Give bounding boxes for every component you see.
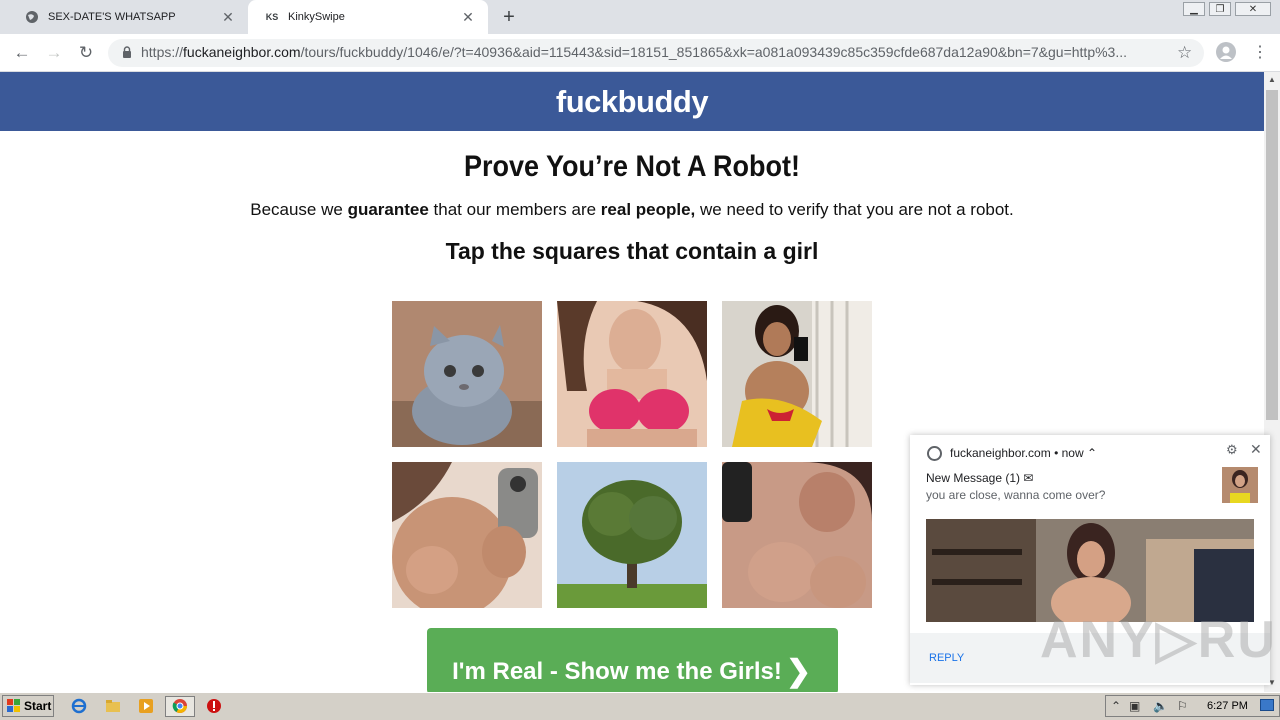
captcha-tile-woman-1[interactable] — [557, 301, 707, 447]
subline-bold: real people, — [600, 200, 696, 219]
subline-bold: guarantee — [347, 200, 429, 219]
captcha-tile-kitten[interactable] — [392, 301, 542, 447]
back-arrow-icon[interactable]: ← — [11, 42, 33, 64]
tree-image — [557, 462, 707, 608]
new-tab-plus-icon[interactable]: + — [498, 6, 520, 28]
tab-kinkyswipe[interactable]: KS KinkySwipe ✕ — [248, 0, 488, 34]
captcha-tile-tree[interactable] — [557, 462, 707, 608]
lock-icon — [123, 46, 131, 58]
ks-favicon-icon: KS — [265, 12, 279, 22]
notification-body: you are close, wanna come over? — [926, 488, 1106, 502]
kitten-image — [392, 301, 542, 447]
notification-thumbnail — [1222, 467, 1258, 503]
url-path: /tours/fuckbuddy/1046/e/?t=40936&aid=115… — [300, 44, 1128, 60]
network-icon[interactable]: ▣ — [1129, 699, 1140, 713]
woman-photo-image — [722, 301, 872, 447]
site-logo[interactable]: fuckbuddy — [0, 84, 1264, 120]
show-hidden-icons-icon[interactable]: ⌃ — [1111, 699, 1121, 713]
tab-sex-dates-whatsapp[interactable]: SEX-DATE'S WHATSAPP ✕ — [8, 0, 248, 34]
reload-icon[interactable]: ↻ — [75, 42, 97, 64]
forward-arrow-icon[interactable]: → — [43, 42, 65, 64]
tab-title: SEX-DATE'S WHATSAPP — [48, 11, 176, 23]
scroll-up-arrow-icon[interactable]: ▲ — [1264, 73, 1280, 87]
subline-text: we need to verify that you are not a rob… — [695, 200, 1014, 219]
url-text[interactable]: https://fuckaneighbor.com/tours/fuckbudd… — [141, 44, 1171, 60]
captcha-tile-woman-4[interactable] — [722, 462, 872, 608]
cta-label: I'm Real - Show me the Girls! — [452, 658, 782, 685]
profile-avatar-icon[interactable] — [1216, 42, 1236, 62]
volume-icon[interactable]: 🔈 — [1153, 699, 1168, 713]
show-desktop-icon[interactable] — [1260, 699, 1274, 711]
window-close-icon[interactable]: ✕ — [1235, 2, 1271, 16]
anyrun-watermark: ANY▷RUN — [1040, 611, 1280, 669]
woman-photo-image — [557, 301, 707, 447]
restore-icon[interactable]: ❐ — [1209, 2, 1231, 16]
subline-text: that our members are — [428, 200, 601, 219]
bookmark-star-icon[interactable]: ☆ — [1177, 43, 1192, 63]
notification-title: New Message (1) ✉ — [926, 471, 1034, 485]
minimize-icon[interactable]: ▁ — [1183, 2, 1205, 16]
media-player-icon[interactable] — [138, 698, 154, 714]
chevron-right-icon: ❯ — [786, 655, 812, 688]
url-prefix: https:// — [141, 44, 184, 60]
start-label: Start — [24, 699, 52, 713]
folder-icon[interactable] — [105, 698, 121, 714]
internet-explorer-icon[interactable] — [71, 698, 87, 714]
woman-photo-image — [722, 462, 872, 608]
close-tab-icon[interactable]: ✕ — [460, 9, 476, 26]
action-center-flag-icon[interactable]: ⚐ — [1177, 699, 1188, 713]
close-tab-icon[interactable]: ✕ — [220, 9, 236, 26]
stop-icon[interactable] — [206, 698, 222, 714]
scrollbar-thumb[interactable] — [1266, 90, 1278, 420]
windows-flag-icon — [7, 699, 20, 712]
captcha-instruction: Tap the squares that contain a girl — [445, 238, 819, 264]
gear-icon[interactable]: ⚙ — [1226, 442, 1238, 458]
captcha-tile-woman-2[interactable] — [722, 301, 872, 447]
captcha-tile-woman-3[interactable] — [392, 462, 542, 608]
close-icon[interactable]: ✕ — [1250, 441, 1262, 458]
taskbar-clock[interactable]: 6:27 PM — [1207, 700, 1248, 712]
notification-image — [926, 519, 1254, 622]
woman-photo-image — [392, 462, 542, 608]
browser-menu-icon[interactable]: ⋮ — [1252, 42, 1268, 62]
tab-title: KinkySwipe — [288, 11, 345, 23]
start-button[interactable]: Start — [2, 695, 54, 717]
notification-origin: fuckaneighbor.com • now ⌃ — [950, 446, 1097, 460]
chrome-icon — [927, 446, 942, 461]
page-subline: Because we guarantee that our members ar… — [0, 200, 1264, 220]
chrome-icon — [172, 699, 187, 713]
url-host: fuckaneighbor.com — [183, 44, 301, 60]
page-headline: Prove You’re Not A Robot! — [463, 150, 801, 183]
globe-icon — [24, 9, 40, 25]
reply-button[interactable]: REPLY — [929, 652, 964, 664]
subline-text: Because we — [250, 200, 348, 219]
